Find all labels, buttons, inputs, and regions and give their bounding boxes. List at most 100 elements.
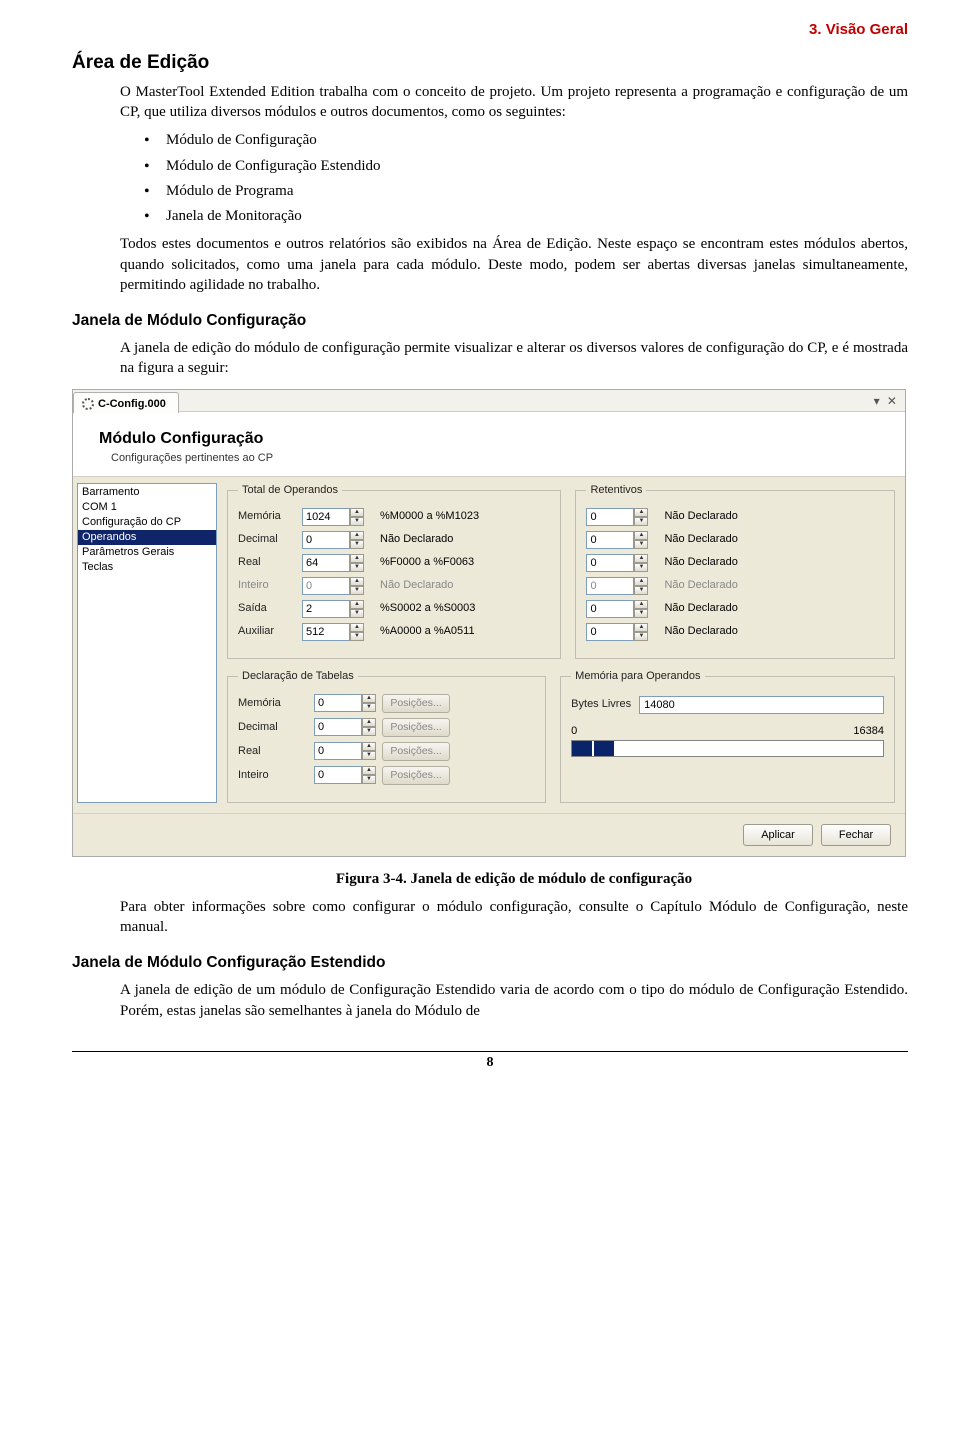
numeric-stepper[interactable]: ▲▼ bbox=[586, 623, 658, 641]
numeric-stepper[interactable]: ▲▼ bbox=[302, 554, 374, 572]
stepper-input[interactable] bbox=[586, 623, 634, 641]
step-down-icon[interactable]: ▼ bbox=[362, 751, 376, 760]
stepper-input[interactable] bbox=[586, 531, 634, 549]
window-controls[interactable]: ▾ ✕ bbox=[874, 393, 899, 409]
step-down-icon[interactable]: ▼ bbox=[350, 540, 364, 549]
step-up-icon[interactable]: ▲ bbox=[350, 531, 364, 540]
numeric-stepper[interactable]: ▲▼ bbox=[586, 554, 658, 572]
group-total-operandos: Total de Operandos Memória▲▼%M0000 a %M1… bbox=[227, 483, 561, 659]
step-down-icon[interactable]: ▼ bbox=[362, 703, 376, 712]
row-label: Inteiro bbox=[238, 768, 308, 783]
numeric-stepper[interactable]: ▲▼ bbox=[314, 742, 376, 760]
step-up-icon[interactable]: ▲ bbox=[634, 623, 648, 632]
row-range: Não Declarado bbox=[664, 601, 884, 616]
nav-list[interactable]: Barramento COM 1 Configuração do CP Oper… bbox=[77, 483, 217, 803]
stepper-input[interactable] bbox=[302, 508, 350, 526]
step-down-icon[interactable]: ▼ bbox=[634, 517, 648, 526]
nav-item[interactable]: Parâmetros Gerais bbox=[78, 545, 216, 560]
numeric-stepper[interactable]: ▲▼ bbox=[586, 600, 658, 618]
row-label: Inteiro bbox=[238, 578, 296, 593]
step-up-icon[interactable]: ▲ bbox=[634, 531, 648, 540]
row-label: Decimal bbox=[238, 532, 296, 547]
step-down-icon[interactable]: ▼ bbox=[634, 609, 648, 618]
step-up-icon[interactable]: ▲ bbox=[634, 554, 648, 563]
stepper-input[interactable] bbox=[302, 531, 350, 549]
step-up-icon[interactable]: ▲ bbox=[350, 623, 364, 632]
group-legend: Retentivos bbox=[586, 483, 646, 498]
numeric-stepper[interactable]: ▲▼ bbox=[314, 766, 376, 784]
stepper-input[interactable] bbox=[302, 600, 350, 618]
numeric-stepper[interactable]: ▲▼ bbox=[314, 718, 376, 736]
apply-button[interactable]: Aplicar bbox=[743, 824, 813, 846]
step-up-icon[interactable]: ▲ bbox=[350, 554, 364, 563]
step-up-icon[interactable]: ▲ bbox=[362, 694, 376, 703]
numeric-stepper[interactable]: ▲▼ bbox=[302, 600, 374, 618]
posicoes-button[interactable]: Posições... bbox=[382, 694, 450, 713]
step-down-icon[interactable]: ▼ bbox=[634, 540, 648, 549]
stepper-input[interactable] bbox=[586, 554, 634, 572]
numeric-stepper[interactable]: ▲▼ bbox=[302, 531, 374, 549]
step-up-icon[interactable]: ▲ bbox=[634, 600, 648, 609]
stepper-input[interactable] bbox=[314, 694, 362, 712]
numeric-stepper[interactable]: ▲▼ bbox=[586, 531, 658, 549]
posicoes-button[interactable]: Posições... bbox=[382, 718, 450, 737]
para-janela-ext: A janela de edição de um módulo de Confi… bbox=[120, 980, 908, 1021]
dialog-button-row: Aplicar Fechar bbox=[73, 813, 905, 856]
step-down-icon[interactable]: ▼ bbox=[362, 775, 376, 784]
row-label: Saída bbox=[238, 601, 296, 616]
step-down-icon[interactable]: ▼ bbox=[634, 632, 648, 641]
stepper-input[interactable] bbox=[302, 623, 350, 641]
figure-caption: Figura 3-4. Janela de edição de módulo d… bbox=[120, 869, 908, 889]
window-tab[interactable]: C-Config.000 bbox=[73, 392, 179, 413]
step-up-icon[interactable]: ▲ bbox=[362, 766, 376, 775]
stepper-input[interactable] bbox=[302, 554, 350, 572]
step-down-icon[interactable]: ▼ bbox=[634, 563, 648, 572]
step-up-icon[interactable]: ▲ bbox=[350, 577, 364, 586]
row-label: Memória bbox=[238, 696, 308, 711]
group-legend: Memória para Operandos bbox=[571, 669, 704, 684]
bullet-item: Módulo de Configuração bbox=[144, 130, 908, 150]
numeric-stepper[interactable]: ▲▼ bbox=[302, 577, 374, 595]
step-up-icon[interactable]: ▲ bbox=[634, 508, 648, 517]
group-retentivos: Retentivos ▲▼Não Declarado▲▼Não Declarad… bbox=[575, 483, 895, 659]
step-down-icon[interactable]: ▼ bbox=[362, 727, 376, 736]
step-down-icon[interactable]: ▼ bbox=[350, 609, 364, 618]
step-down-icon[interactable]: ▼ bbox=[350, 517, 364, 526]
posicoes-button[interactable]: Posições... bbox=[382, 766, 450, 785]
row-range: Não Declarado bbox=[664, 624, 884, 639]
numeric-stepper[interactable]: ▲▼ bbox=[302, 623, 374, 641]
step-up-icon[interactable]: ▲ bbox=[350, 508, 364, 517]
step-up-icon[interactable]: ▲ bbox=[350, 600, 364, 609]
numeric-stepper[interactable]: ▲▼ bbox=[302, 508, 374, 526]
stepper-input[interactable] bbox=[302, 577, 350, 595]
scale-max: 16384 bbox=[853, 724, 884, 739]
stepper-input[interactable] bbox=[586, 600, 634, 618]
gear-icon bbox=[82, 398, 94, 410]
close-button[interactable]: Fechar bbox=[821, 824, 891, 846]
bullet-item: Janela de Monitoração bbox=[144, 206, 908, 226]
para-intro: O MasterTool Extended Edition trabalha c… bbox=[120, 82, 908, 123]
step-up-icon[interactable]: ▲ bbox=[362, 742, 376, 751]
posicoes-button[interactable]: Posições... bbox=[382, 742, 450, 761]
numeric-stepper[interactable]: ▲▼ bbox=[586, 508, 658, 526]
nav-item[interactable]: Teclas bbox=[78, 560, 216, 575]
step-down-icon[interactable]: ▼ bbox=[350, 632, 364, 641]
step-up-icon[interactable]: ▲ bbox=[634, 577, 648, 586]
step-down-icon[interactable]: ▼ bbox=[634, 586, 648, 595]
nav-item[interactable]: COM 1 bbox=[78, 500, 216, 515]
step-up-icon[interactable]: ▲ bbox=[362, 718, 376, 727]
step-down-icon[interactable]: ▼ bbox=[350, 563, 364, 572]
stepper-input[interactable] bbox=[586, 577, 634, 595]
nav-item[interactable]: Configuração do CP bbox=[78, 515, 216, 530]
numeric-stepper[interactable]: ▲▼ bbox=[314, 694, 376, 712]
stepper-input[interactable] bbox=[314, 742, 362, 760]
nav-item[interactable]: Barramento bbox=[78, 485, 216, 500]
stepper-input[interactable] bbox=[314, 718, 362, 736]
nav-item-selected[interactable]: Operandos bbox=[78, 530, 216, 545]
stepper-input[interactable] bbox=[586, 508, 634, 526]
step-down-icon[interactable]: ▼ bbox=[350, 586, 364, 595]
numeric-stepper[interactable]: ▲▼ bbox=[586, 577, 658, 595]
stepper-input[interactable] bbox=[314, 766, 362, 784]
bytes-value[interactable] bbox=[639, 696, 884, 714]
row-label: Real bbox=[238, 555, 296, 570]
